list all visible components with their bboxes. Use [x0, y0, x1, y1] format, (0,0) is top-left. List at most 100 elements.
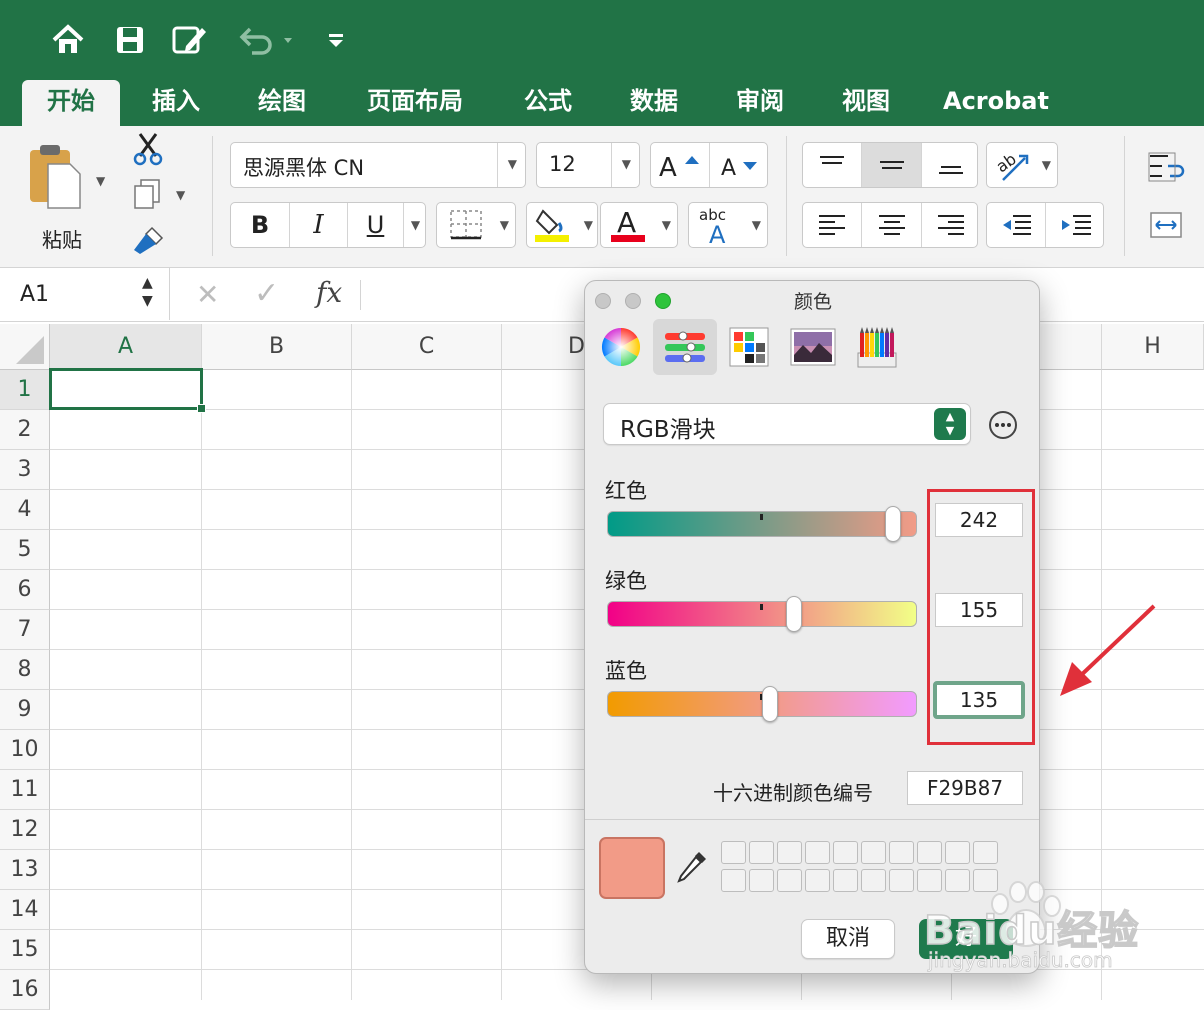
- row-header[interactable]: 2: [0, 410, 50, 450]
- confirm-formula-icon[interactable]: ✓: [254, 276, 279, 311]
- fill-color-button[interactable]: ▼: [526, 202, 598, 248]
- empty-swatch[interactable]: [833, 869, 858, 892]
- tab-page-layout[interactable]: 页面布局: [354, 80, 476, 126]
- tab-review[interactable]: 审阅: [724, 80, 796, 126]
- row-header[interactable]: 11: [0, 770, 50, 810]
- decrease-indent-button[interactable]: [987, 203, 1045, 247]
- align-top-button[interactable]: [803, 143, 861, 187]
- copy-button[interactable]: ▼: [132, 178, 192, 214]
- save-button[interactable]: [110, 18, 150, 62]
- column-header-c[interactable]: C: [352, 324, 502, 370]
- phonetic-button[interactable]: abc A ▼: [688, 202, 768, 248]
- column-header-h[interactable]: H: [1102, 324, 1204, 370]
- row-header[interactable]: 16: [0, 970, 50, 1010]
- empty-swatch[interactable]: [917, 841, 942, 864]
- slider-mode-select[interactable]: RGB滑块 ▲ ▼: [603, 403, 971, 445]
- tab-insert[interactable]: 插入: [140, 80, 212, 126]
- selected-cell-a1[interactable]: [49, 368, 203, 410]
- row-header[interactable]: 13: [0, 850, 50, 890]
- align-center-button[interactable]: [861, 203, 921, 247]
- blue-slider[interactable]: [607, 686, 917, 722]
- empty-swatch[interactable]: [945, 841, 970, 864]
- empty-swatch[interactable]: [805, 841, 830, 864]
- tab-data[interactable]: 数据: [618, 80, 690, 126]
- wrap-text-button[interactable]: [1148, 152, 1204, 186]
- insert-function-icon[interactable]: fx: [316, 276, 342, 309]
- font-name-select[interactable]: 思源黑体 CN ▼: [230, 142, 526, 188]
- name-box-stepper-icon[interactable]: ▲ ▼: [142, 274, 153, 310]
- red-slider-knob[interactable]: [885, 506, 901, 542]
- empty-swatch[interactable]: [721, 869, 746, 892]
- more-options-button[interactable]: [989, 411, 1017, 439]
- row-header[interactable]: 8: [0, 650, 50, 690]
- tab-formulas[interactable]: 公式: [512, 80, 584, 126]
- align-left-button[interactable]: [803, 203, 861, 247]
- row-header[interactable]: 1: [0, 370, 50, 410]
- tab-acrobat[interactable]: Acrobat: [938, 80, 1054, 126]
- image-palettes-tab[interactable]: [781, 319, 845, 375]
- tab-home[interactable]: 开始: [22, 80, 120, 126]
- color-palettes-tab[interactable]: [717, 319, 781, 375]
- cancel-formula-icon[interactable]: ✕: [196, 278, 219, 311]
- align-middle-button[interactable]: [861, 143, 921, 187]
- copy-dropdown-icon[interactable]: ▼: [176, 188, 185, 202]
- empty-swatch[interactable]: [861, 841, 886, 864]
- color-wheel-tab[interactable]: [589, 319, 653, 375]
- row-header[interactable]: 3: [0, 450, 50, 490]
- decrease-font-button[interactable]: A: [709, 143, 769, 187]
- empty-swatch[interactable]: [721, 841, 746, 864]
- row-header[interactable]: 7: [0, 610, 50, 650]
- underline-button[interactable]: U: [347, 203, 403, 247]
- name-box[interactable]: A1 ▲ ▼: [0, 268, 170, 320]
- empty-swatch[interactable]: [777, 841, 802, 864]
- cancel-button[interactable]: 取消: [801, 919, 895, 959]
- empty-swatch[interactable]: [861, 869, 886, 892]
- hex-value-field[interactable]: F29B87: [907, 771, 1023, 805]
- underline-dropdown[interactable]: ▼: [403, 203, 427, 247]
- column-header-b[interactable]: B: [202, 324, 352, 370]
- paste-dropdown-icon[interactable]: ▼: [96, 174, 105, 188]
- eyedropper-button[interactable]: [675, 849, 709, 889]
- color-sliders-tab[interactable]: [653, 319, 717, 375]
- paste-button[interactable]: ▼ 粘贴: [22, 136, 112, 256]
- save-as-button[interactable]: [170, 18, 210, 62]
- cut-button[interactable]: [132, 132, 166, 168]
- increase-font-button[interactable]: A: [651, 143, 709, 187]
- borders-button[interactable]: ▼: [436, 202, 516, 248]
- crayons-tab[interactable]: [845, 319, 909, 375]
- empty-swatch[interactable]: [749, 841, 774, 864]
- column-header-a[interactable]: A: [50, 324, 202, 370]
- font-size-select[interactable]: 12 ▼: [536, 142, 640, 188]
- empty-swatch[interactable]: [973, 841, 998, 864]
- select-all-button[interactable]: [0, 324, 50, 370]
- green-slider-knob[interactable]: [786, 596, 802, 632]
- merge-center-button[interactable]: [1148, 210, 1204, 244]
- customize-toolbar-button[interactable]: [316, 18, 356, 62]
- tab-draw[interactable]: 绘图: [246, 80, 318, 126]
- row-header[interactable]: 10: [0, 730, 50, 770]
- align-right-button[interactable]: [921, 203, 979, 247]
- green-slider[interactable]: [607, 596, 917, 632]
- row-header[interactable]: 4: [0, 490, 50, 530]
- empty-swatch[interactable]: [777, 869, 802, 892]
- font-color-button[interactable]: A ▼: [600, 202, 678, 248]
- align-bottom-button[interactable]: [921, 143, 979, 187]
- empty-swatch[interactable]: [833, 841, 858, 864]
- empty-swatch[interactable]: [749, 869, 774, 892]
- row-header[interactable]: 12: [0, 810, 50, 850]
- orientation-button[interactable]: ab ▼: [986, 142, 1058, 188]
- row-header[interactable]: 14: [0, 890, 50, 930]
- current-color-swatch[interactable]: [599, 837, 665, 899]
- home-button[interactable]: [48, 18, 88, 62]
- row-header[interactable]: 9: [0, 690, 50, 730]
- row-header[interactable]: 5: [0, 530, 50, 570]
- empty-swatch[interactable]: [805, 869, 830, 892]
- format-painter-button[interactable]: [132, 224, 168, 260]
- empty-swatch[interactable]: [889, 841, 914, 864]
- italic-button[interactable]: I: [289, 203, 347, 247]
- increase-indent-button[interactable]: [1045, 203, 1105, 247]
- empty-swatch[interactable]: [889, 869, 914, 892]
- red-slider[interactable]: [607, 506, 917, 542]
- row-header[interactable]: 6: [0, 570, 50, 610]
- bold-button[interactable]: B: [231, 203, 289, 247]
